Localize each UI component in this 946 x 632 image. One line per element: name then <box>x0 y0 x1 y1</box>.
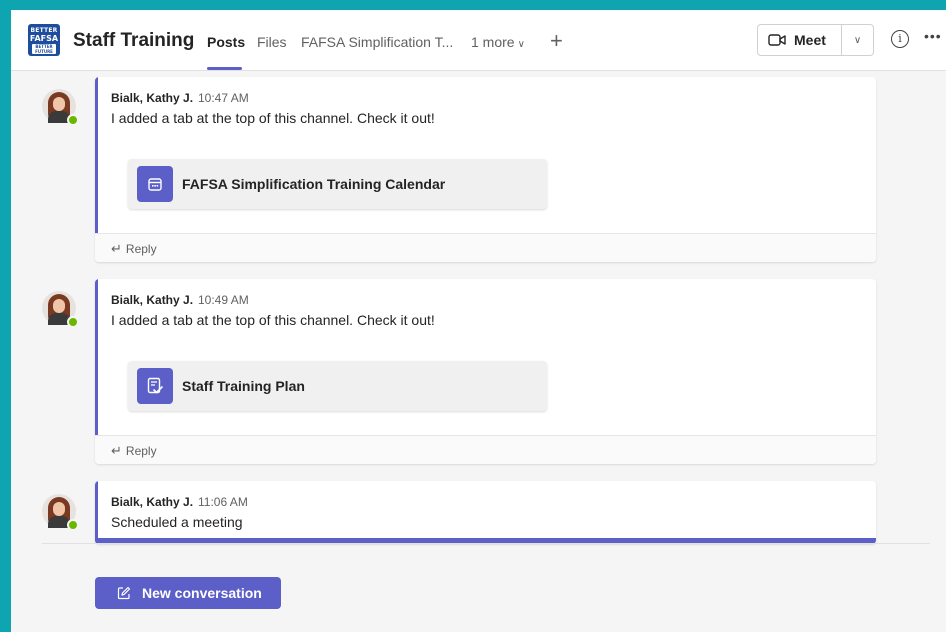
channel-header: BETTER FAFSA BETTER FUTURE Staff Trainin… <box>11 10 946 71</box>
video-camera-icon <box>768 34 786 46</box>
post-author[interactable]: Bialk, Kathy J. <box>111 495 193 509</box>
reply-label: Reply <box>125 444 157 458</box>
post: Bialk, Kathy J. 10:47 AM I added a tab a… <box>95 77 876 262</box>
chevron-down-icon: ∨ <box>517 39 525 50</box>
reply-row[interactable]: ↵ Reply <box>95 233 876 262</box>
meet-options-chevron-down-icon[interactable]: ∨ <box>842 25 873 55</box>
checklist-icon <box>137 368 173 404</box>
team-logo-line-3: BETTER FUTURE <box>32 44 56 54</box>
ellipsis-icon[interactable]: ••• <box>924 28 942 44</box>
post-accent-bar <box>95 481 98 544</box>
post: Bialk, Kathy J. 11:06 AM Scheduled a mee… <box>95 481 876 544</box>
active-tab-indicator <box>207 67 242 70</box>
post-message: I added a tab at the top of this channel… <box>111 312 435 328</box>
tab-posts[interactable]: Posts <box>207 34 245 50</box>
avatar[interactable] <box>42 89 79 126</box>
calendar-icon <box>137 166 173 202</box>
team-logo-line-2: FAFSA <box>29 34 59 43</box>
compose-icon <box>117 586 131 600</box>
new-conversation-button[interactable]: New conversation <box>95 577 281 609</box>
reply-label: Reply <box>125 242 157 256</box>
team-name: Staff Training <box>73 30 195 51</box>
team-logo[interactable]: BETTER FAFSA BETTER FUTURE <box>28 24 60 56</box>
presence-available-icon <box>67 316 79 328</box>
tab-more-dropdown[interactable]: 1 more ∨ <box>471 34 525 50</box>
avatar[interactable] <box>42 291 79 328</box>
reply-row[interactable]: ↵ Reply <box>95 435 876 464</box>
tab-fafsa-simplification[interactable]: FAFSA Simplification T... <box>301 34 453 50</box>
info-icon[interactable]: i <box>891 30 909 48</box>
presence-available-icon <box>67 519 79 531</box>
reply-arrow-icon: ↵ <box>111 443 122 458</box>
meet-button[interactable]: Meet <box>758 25 842 55</box>
post-accent-bar <box>95 77 98 233</box>
divider <box>42 543 930 544</box>
team-logo-line-1: BETTER <box>30 27 58 34</box>
tab-card-title: FAFSA Simplification Training Calendar <box>182 176 446 192</box>
post-author[interactable]: Bialk, Kathy J. <box>111 91 193 105</box>
tab-card-title: Staff Training Plan <box>182 378 305 394</box>
post-time: 10:49 AM <box>198 293 249 307</box>
post-author[interactable]: Bialk, Kathy J. <box>111 293 193 307</box>
post-time: 11:06 AM <box>198 495 248 509</box>
presence-available-icon <box>67 114 79 126</box>
more-tabs-label: 1 more <box>471 34 515 50</box>
post-time: 10:47 AM <box>198 91 249 105</box>
post-accent-bar <box>95 279 98 435</box>
tab-files[interactable]: Files <box>257 34 287 50</box>
post: Bialk, Kathy J. 10:49 AM I added a tab a… <box>95 279 876 464</box>
tab-card[interactable]: FAFSA Simplification Training Calendar <box>128 159 547 209</box>
new-conversation-label: New conversation <box>142 585 262 601</box>
reply-arrow-icon: ↵ <box>111 241 122 256</box>
post-message: I added a tab at the top of this channel… <box>111 110 435 126</box>
teams-channel-window: BETTER FAFSA BETTER FUTURE Staff Trainin… <box>11 10 946 632</box>
avatar[interactable] <box>42 494 79 531</box>
meet-label: Meet <box>794 32 826 48</box>
post-message: Scheduled a meeting <box>111 514 243 530</box>
tab-card[interactable]: Staff Training Plan <box>128 361 547 411</box>
meet-button-group: Meet ∨ <box>757 24 874 56</box>
plus-icon[interactable]: + <box>550 28 563 54</box>
